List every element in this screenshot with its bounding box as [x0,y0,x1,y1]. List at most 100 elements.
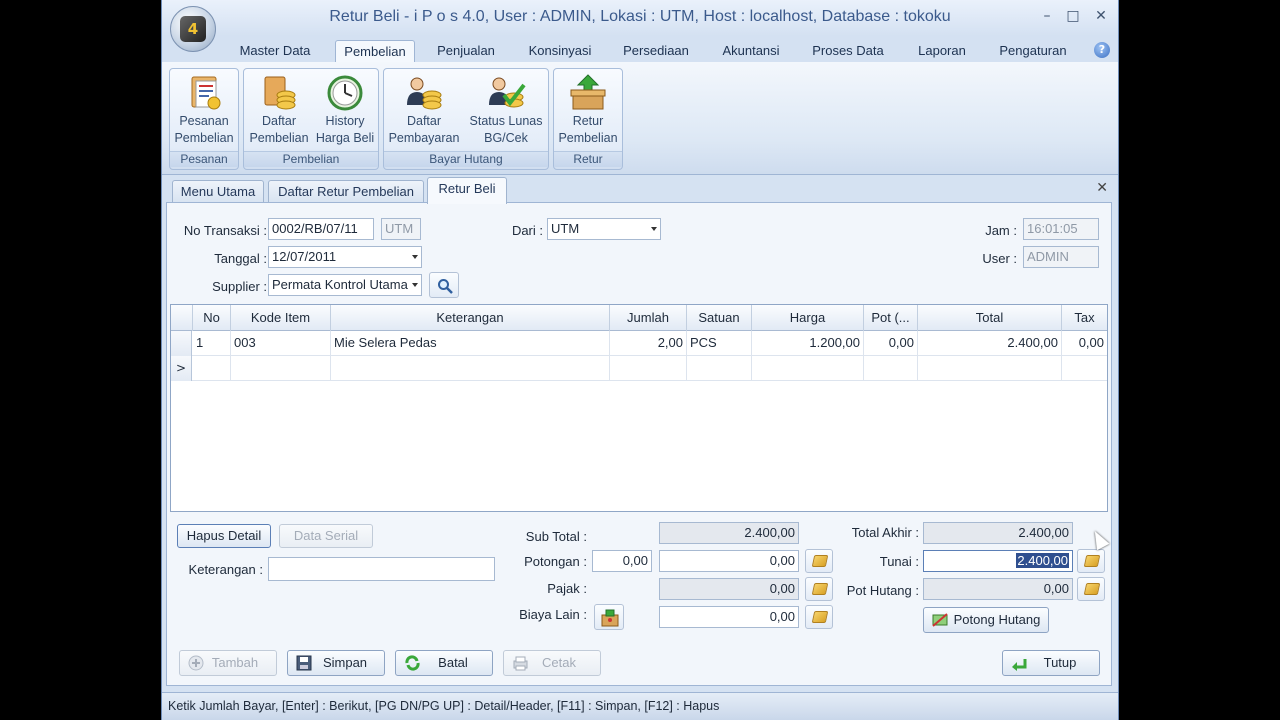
dari-value: UTM [551,221,580,236]
doc-tab-menu-utama[interactable]: Menu Utama [172,180,264,203]
col-keterangan[interactable]: Keterangan [331,305,610,331]
edit-biaya-lain-button[interactable] [805,605,833,629]
pajak-field: 0,00 [659,578,799,600]
user-field: ADMIN [1023,246,1099,268]
cell-no[interactable]: 1 [193,331,231,356]
cell-kode-item[interactable] [231,356,331,381]
maximize-button[interactable]: □ [1062,6,1084,26]
data-serial-button[interactable]: Data Serial [279,524,373,548]
tab-konsinyasi[interactable]: Konsinyasi [518,40,602,64]
ribbon-group-bayar-hutang-label: Bayar Hutang [384,151,548,167]
tab-proses-data[interactable]: Proses Data [806,40,890,64]
minimize-button[interactable]: – [1036,6,1058,26]
col-pot[interactable]: Pot (... [864,305,918,331]
col-satuan[interactable]: Satuan [687,305,752,331]
cetak-button[interactable]: Cetak [503,650,601,676]
doc-tab-daftar-retur-pembelian[interactable]: Daftar Retur Pembelian [268,180,424,203]
table-row[interactable]: 1 003 Mie Selera Pedas 2,00 PCS 1.200,00… [171,331,1107,356]
tab-akuntansi[interactable]: Akuntansi [711,40,791,64]
cell-satuan[interactable]: PCS [687,331,752,356]
potongan-percent-field[interactable]: 0,00 [592,550,652,572]
history-harga-beli-label-1: History [325,114,365,128]
tab-persediaan[interactable]: Persediaan [614,40,698,64]
keterangan-field[interactable] [268,557,495,581]
cell-tax[interactable] [1062,356,1107,381]
tab-laporan[interactable]: Laporan [907,40,977,64]
tab-pengaturan[interactable]: Pengaturan [990,40,1076,64]
col-harga[interactable]: Harga [752,305,864,331]
close-button[interactable]: ✕ [1090,6,1112,26]
cell-harga[interactable]: 1.200,00 [752,331,864,356]
biaya-lain-button[interactable] [594,604,624,630]
daftar-pembayaran-button[interactable]: Daftar Pembayaran [387,73,461,151]
edit-tunai-button[interactable] [1077,549,1105,573]
col-tax[interactable]: Tax [1062,305,1107,331]
status-lunas-button[interactable]: Status Lunas BG/Cek [464,73,548,151]
cell-keterangan[interactable] [331,356,610,381]
cell-total[interactable] [918,356,1062,381]
tab-master-data[interactable]: Master Data [224,40,326,64]
new-row-indicator[interactable]: > [171,356,192,381]
tunai-field[interactable]: 2.400,00 [923,550,1073,572]
biaya-lain-field[interactable]: 0,00 [659,606,799,628]
add-icon [188,655,204,671]
pesanan-pembelian-button[interactable]: Pesanan Pembelian [172,73,236,151]
payment-list-icon [404,73,444,113]
chevron-down-icon[interactable] [412,255,418,259]
retur-beli-form: No Transaksi : 0002/RB/07/11 UTM Tanggal… [166,202,1112,686]
cell-kode-item[interactable]: 003 [231,331,331,356]
hapus-detail-button[interactable]: Hapus Detail [177,524,271,548]
cell-jumlah[interactable]: 2,00 [610,331,687,356]
col-kode-item[interactable]: Kode Item [231,305,331,331]
cell-total[interactable]: 2.400,00 [918,331,1062,356]
tanggal-date-picker[interactable]: 12/07/2011 [268,246,422,268]
ribbon-group-pembelian-label: Pembelian [244,151,378,167]
help-icon[interactable]: ? [1094,42,1110,58]
biaya-lain-label: Biaya Lain : [519,607,587,622]
sub-total-label: Sub Total : [525,529,587,544]
close-document-icon[interactable]: ✕ [1096,180,1108,196]
money-cut-icon [932,613,948,627]
dari-select[interactable]: UTM [547,218,661,240]
simpan-button[interactable]: Simpan [287,650,385,676]
detail-grid[interactable]: No Kode Item Keterangan Jumlah Satuan Ha… [170,304,1108,512]
tambah-label: Tambah [211,655,259,670]
return-box-icon [568,73,608,113]
batal-button[interactable]: Batal [395,650,493,676]
no-transaksi-label: No Transaksi : [183,223,267,238]
cell-pot[interactable]: 0,00 [864,331,918,356]
cell-jumlah[interactable] [610,356,687,381]
doc-tab-retur-beli[interactable]: Retur Beli [427,177,507,204]
cell-keterangan[interactable]: Mie Selera Pedas [331,331,610,356]
tab-penjualan[interactable]: Penjualan [426,40,506,64]
pencil-icon [1083,583,1101,595]
chevron-down-icon[interactable] [651,227,657,231]
search-icon [438,279,453,294]
potong-hutang-button[interactable]: Potong Hutang [923,607,1049,633]
no-transaksi-field[interactable]: 0002/RB/07/11 [268,218,374,240]
row-selector[interactable] [171,331,192,356]
edit-pot-hutang-button[interactable] [1077,577,1105,601]
cell-no[interactable] [193,356,231,381]
new-row[interactable]: > [171,356,1107,381]
supplier-select[interactable]: Permata Kontrol Utama [268,274,422,296]
cell-pot[interactable] [864,356,918,381]
col-no[interactable]: No [193,305,231,331]
cell-harga[interactable] [752,356,864,381]
cell-tax[interactable]: 0,00 [1062,331,1107,356]
cell-satuan[interactable] [687,356,752,381]
pot-hutang-field: 0,00 [923,578,1073,600]
tambah-button[interactable]: Tambah [179,650,277,676]
history-harga-beli-button[interactable]: History Harga Beli [312,73,378,151]
history-harga-beli-label-2: Harga Beli [315,131,375,145]
total-akhir-label: Total Akhir : [851,525,919,540]
daftar-pembelian-button[interactable]: Daftar Pembelian [247,73,311,151]
retur-pembelian-button[interactable]: Retur Pembelian [556,73,620,151]
col-total[interactable]: Total [918,305,1062,331]
potongan-field[interactable]: 0,00 [659,550,799,572]
app-logo-icon[interactable]: 4 [170,6,216,52]
tutup-button[interactable]: Tutup [1002,650,1100,676]
chevron-down-icon[interactable] [412,283,418,287]
col-jumlah[interactable]: Jumlah [610,305,687,331]
search-supplier-button[interactable] [429,272,459,298]
